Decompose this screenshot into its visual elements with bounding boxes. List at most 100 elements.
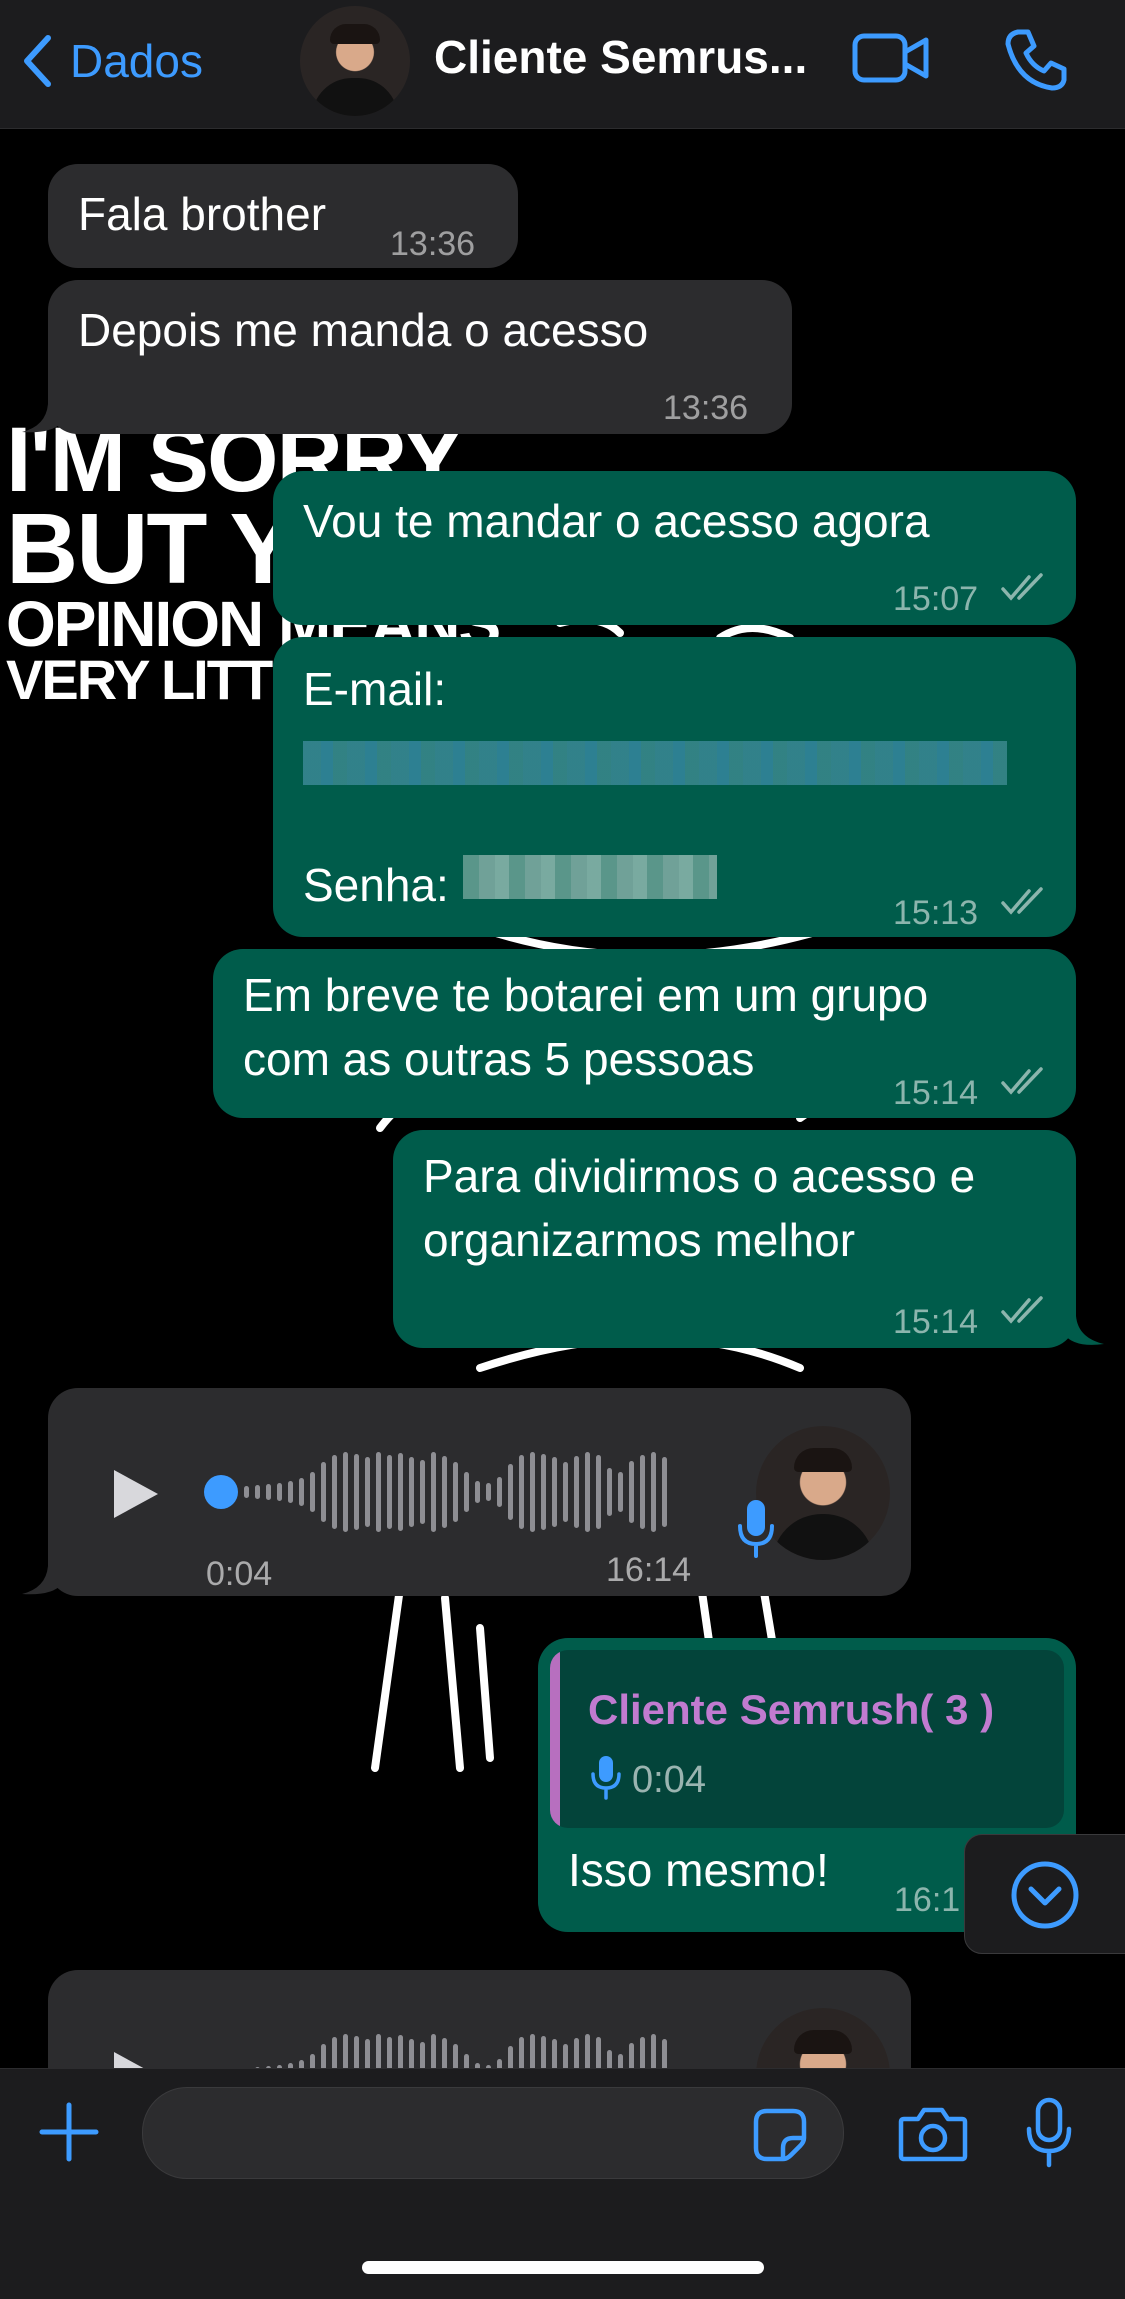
message-text-line-2: com as outras 5 pessoas <box>243 1033 755 1085</box>
waveform-bar <box>321 1462 326 1522</box>
waveform-bar <box>651 1452 656 1532</box>
waveform-bar <box>365 1457 370 1527</box>
sticker-icon[interactable] <box>753 2108 807 2162</box>
waveform-bar <box>574 1456 579 1528</box>
message-time: 16:1 <box>894 1881 961 1919</box>
waveform-bar <box>607 1468 612 1516</box>
waveform-bar <box>541 1454 546 1530</box>
waveform-bar <box>464 1472 469 1512</box>
waveform-bar <box>343 1452 348 1532</box>
microphone-icon <box>738 1500 774 1558</box>
chat-screen: I'M SORRY BUT Y OPINION MEANS VERY LITT … <box>0 0 1125 2299</box>
waveform-bar <box>662 1457 667 1527</box>
message-time: 13:36 <box>663 389 749 427</box>
waveform-bar <box>508 1464 513 1520</box>
message-text-line-2: organizarmos melhor <box>423 1214 856 1266</box>
waveform-bar <box>475 1481 480 1503</box>
waveform-bar <box>332 1455 337 1529</box>
quoted-voice-duration: 0:04 <box>632 1759 706 1801</box>
read-receipt-icon <box>1001 1067 1043 1095</box>
bubble-tail <box>22 404 62 433</box>
waveform-bar <box>376 1452 381 1532</box>
message-input[interactable] <box>142 2087 844 2179</box>
waveform-bar <box>409 1457 414 1527</box>
chat-header: Dados Cliente Semrus... <box>0 0 1125 129</box>
read-receipt-icon <box>1001 887 1043 915</box>
play-icon[interactable] <box>110 1466 162 1522</box>
waveform-bar <box>640 1455 645 1529</box>
quoted-sender-name: Cliente Semrush( 3 ) <box>588 1686 995 1733</box>
message-time: 16:14 <box>606 1551 692 1589</box>
waveform-bar <box>442 1456 447 1528</box>
waveform-bar <box>277 1483 282 1501</box>
read-receipt-icon <box>1001 573 1043 601</box>
redacted-password <box>463 855 717 899</box>
scroll-to-bottom-button[interactable] <box>964 1834 1125 1954</box>
message-text: Fala brother <box>78 188 327 240</box>
audio-waveform[interactable] <box>244 1440 673 1544</box>
home-indicator[interactable] <box>362 2261 764 2274</box>
message-time: 13:36 <box>390 225 476 263</box>
waveform-bar <box>299 1478 304 1506</box>
read-receipt-icon <box>1001 1296 1043 1324</box>
chevron-down-circle-icon <box>1011 1861 1079 1929</box>
email-label: E-mail: <box>303 663 447 715</box>
microphone-icon <box>591 1756 621 1800</box>
message-bubble-incoming[interactable]: Depois me manda o acesso 13:36 <box>48 280 792 434</box>
message-text-line-1: Em breve te botarei em um grupo <box>243 969 929 1021</box>
quoted-message[interactable]: Cliente Semrush( 3 ) 0:04 <box>550 1650 1064 1828</box>
microphone-icon[interactable] <box>1024 2097 1074 2169</box>
waveform-bar <box>629 1461 634 1523</box>
waveform-bar <box>387 1455 392 1529</box>
contact-avatar[interactable] <box>300 6 410 116</box>
password-label: Senha: <box>303 859 449 911</box>
waveform-bar <box>431 1452 436 1532</box>
voice-message-bubble[interactable]: 0:04 16:14 <box>48 1388 911 1596</box>
message-text: Isso mesmo! <box>568 1844 829 1896</box>
waveform-bar <box>497 1477 502 1507</box>
message-time: 15:07 <box>893 580 979 618</box>
waveform-bar <box>310 1472 315 1512</box>
waveform-bar <box>354 1454 359 1530</box>
message-text: Vou te mandar o acesso agora <box>303 495 930 547</box>
playback-scrubber[interactable] <box>203 1474 239 1510</box>
sender-avatar <box>756 1426 890 1560</box>
redacted-email <box>303 741 1007 785</box>
phone-call-icon[interactable] <box>1004 28 1068 92</box>
waveform-bar <box>563 1462 568 1522</box>
video-call-icon[interactable] <box>852 30 930 86</box>
bubble-tail <box>1064 1316 1104 1345</box>
chevron-left-icon <box>24 35 51 87</box>
message-bubble-outgoing[interactable]: E-mail: Senha: 15:13 <box>273 637 1076 937</box>
waveform-bar <box>453 1462 458 1522</box>
waveform-bar <box>255 1485 260 1499</box>
waveform-bar <box>420 1460 425 1524</box>
message-time: 15:13 <box>893 894 979 932</box>
waveform-bar <box>398 1453 403 1531</box>
message-text: Depois me manda o acesso <box>78 304 649 356</box>
waveform-bar <box>486 1483 491 1501</box>
message-time: 15:14 <box>893 1074 979 1112</box>
waveform-bar <box>519 1455 524 1529</box>
quote-accent-bar <box>550 1650 560 1828</box>
waveform-bar <box>596 1455 601 1529</box>
waveform-bar <box>266 1484 271 1500</box>
contact-name[interactable]: Cliente Semrus... <box>434 30 807 84</box>
message-bubble-outgoing[interactable]: Em breve te botarei em um grupo com as o… <box>213 949 1076 1118</box>
camera-icon[interactable] <box>898 2105 968 2163</box>
message-bubble-outgoing[interactable]: Vou te mandar o acesso agora 15:07 <box>273 471 1076 625</box>
bubble-tail <box>22 1566 62 1595</box>
waveform-bar <box>530 1452 535 1532</box>
message-bubble-outgoing[interactable]: Para dividirmos o acesso e organizarmos … <box>393 1130 1076 1348</box>
waveform-bar <box>244 1486 249 1498</box>
message-bubble-incoming[interactable]: Fala brother 13:36 <box>48 164 518 268</box>
plus-icon[interactable] <box>38 2101 100 2163</box>
message-text-line-1: Para dividirmos o acesso e <box>423 1150 976 1202</box>
back-label: Dados <box>70 35 203 87</box>
back-button[interactable]: Dados <box>22 26 203 96</box>
voice-duration: 0:04 <box>206 1555 273 1593</box>
waveform-bar <box>288 1481 293 1503</box>
waveform-bar <box>618 1472 623 1512</box>
waveform-bar <box>552 1457 557 1527</box>
message-time: 15:14 <box>893 1303 979 1341</box>
